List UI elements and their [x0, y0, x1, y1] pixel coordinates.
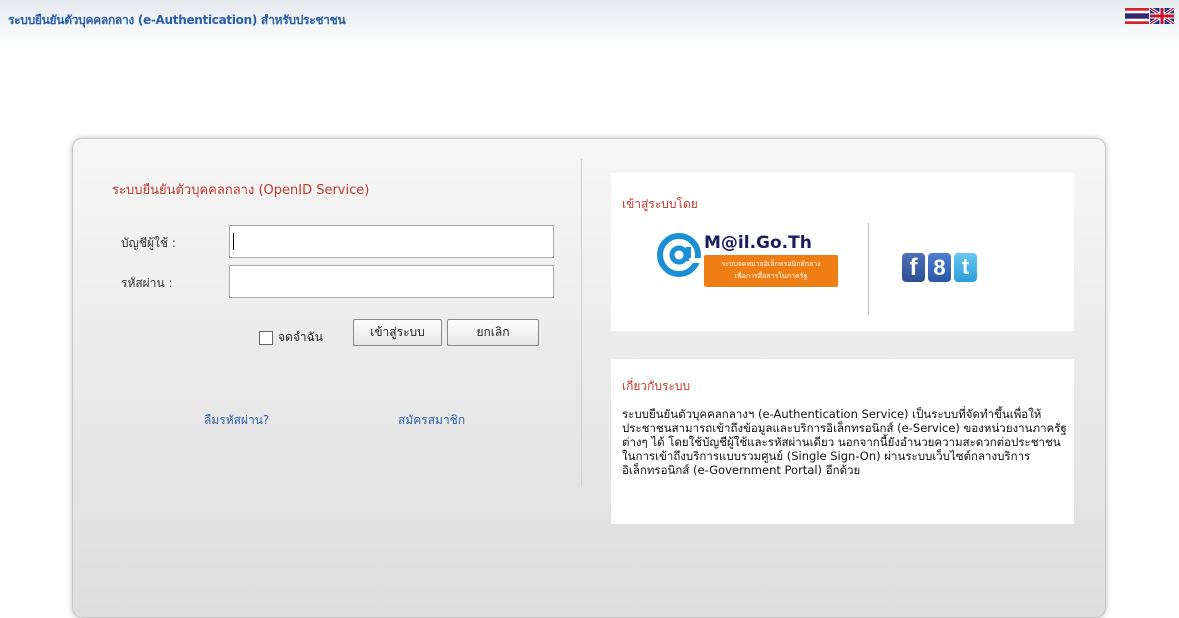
about-text: ระบบยืนยันตัวบุคคลกลางฯ (e-Authenticatio…	[622, 407, 1067, 477]
thai-flag-icon[interactable]	[1125, 8, 1149, 24]
mail-logo-text: M@il.Go.Th	[704, 233, 812, 253]
login-panel: ระบบยืนยันตัวบุคคลกลาง (OpenID Service) …	[72, 138, 1106, 618]
signin-separator	[868, 223, 869, 315]
password-field[interactable]	[229, 265, 554, 298]
signin-with-title: เข้าสู่ระบบโดย	[622, 197, 698, 211]
login-button[interactable]: เข้าสู่ระบบ	[353, 319, 442, 346]
at-sign-icon	[657, 233, 701, 277]
remember-me[interactable]: จดจำฉัน	[259, 328, 323, 347]
register-link[interactable]: สมัครสมาชิก	[398, 411, 465, 430]
mail-logo-tagline: ระบบจดหมายอิเล็กทรอนิกส์กลาง เพื่อการสื่…	[704, 255, 838, 287]
about-box: เกี่ยวกับระบบ ระบบยืนยันตัวบุคคลกลางฯ (e…	[611, 359, 1074, 524]
site-title: ระบบยืนยันตัวบุคคลกลาง (e-Authentication…	[8, 13, 346, 27]
uk-flag-icon[interactable]	[1150, 8, 1174, 24]
forgot-password-link[interactable]: ลืมรหัสผ่าน?	[204, 411, 269, 430]
signin-with-box: เข้าสู่ระบบโดย M@il.Go.Th ระบบจดหมายอิเล…	[611, 173, 1074, 331]
google-icon[interactable]: 8	[928, 253, 951, 282]
mail-tagline-2: เพื่อการสื่อสารในภาครัฐ	[734, 272, 808, 280]
username-field[interactable]	[229, 225, 554, 258]
twitter-icon[interactable]: t	[954, 253, 977, 282]
mail-go-th-logo[interactable]: M@il.Go.Th ระบบจดหมายอิเล็กทรอนิกส์กลาง …	[657, 231, 838, 291]
login-title: ระบบยืนยันตัวบุคคลกลาง (OpenID Service)	[112, 183, 370, 198]
remember-me-label: จดจำฉัน	[278, 330, 323, 344]
facebook-icon[interactable]: f	[902, 253, 925, 282]
cancel-button[interactable]: ยกเลิก	[447, 319, 539, 346]
twitter-glyph: t	[961, 254, 970, 279]
panel-divider	[581, 159, 582, 487]
remember-me-checkbox[interactable]	[259, 330, 273, 345]
password-label: รหัสผ่าน :	[121, 276, 173, 290]
username-label: บัญชีผู้ใช้ :	[121, 236, 176, 250]
google-glyph: 8	[933, 255, 946, 280]
about-title: เกี่ยวกับระบบ	[622, 379, 691, 393]
facebook-glyph: f	[909, 254, 918, 281]
top-header-bar: ระบบยืนยันตัวบุคคลกลาง (e-Authentication…	[0, 0, 1179, 45]
text-cursor	[233, 233, 234, 250]
mail-tagline-1: ระบบจดหมายอิเล็กทรอนิกส์กลาง	[721, 260, 821, 268]
